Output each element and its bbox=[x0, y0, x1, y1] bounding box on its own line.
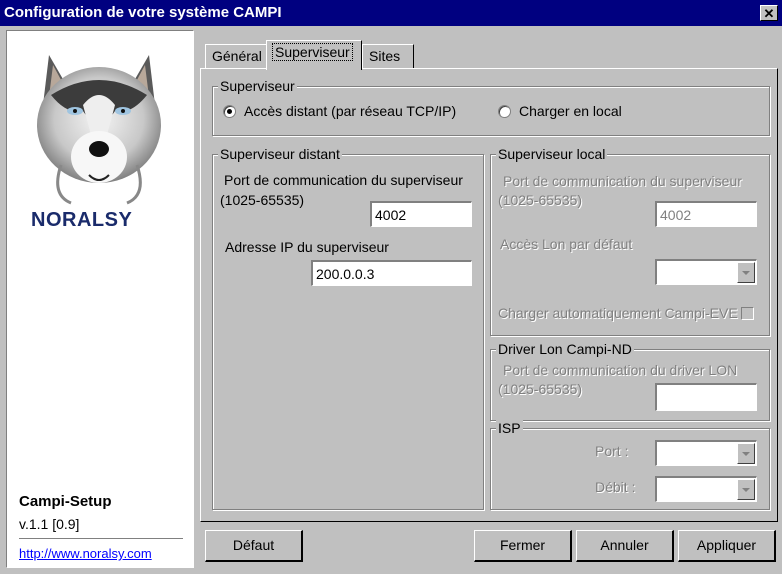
tab-sites[interactable]: Sites bbox=[362, 44, 414, 68]
local-port-label: Port de communication du superviseur bbox=[503, 173, 742, 189]
distant-ip-input[interactable] bbox=[311, 260, 472, 286]
isp-port-label: Port : bbox=[595, 443, 629, 459]
driver-port-input[interactable] bbox=[655, 383, 757, 411]
distant-ip-label: Adresse IP du superviseur bbox=[225, 239, 389, 255]
group-label: Driver Lon Campi-ND bbox=[496, 341, 634, 357]
group-label: Superviseur distant bbox=[218, 146, 342, 162]
window-title: Configuration de votre système CAMPI bbox=[4, 4, 282, 21]
group-label: Superviseur local bbox=[496, 146, 608, 162]
isp-port-select[interactable] bbox=[655, 440, 757, 466]
local-port-input[interactable] bbox=[655, 201, 757, 227]
distant-port-input[interactable] bbox=[370, 201, 472, 227]
autoload-checkbox[interactable] bbox=[741, 307, 754, 320]
chevron-down-icon bbox=[737, 262, 755, 283]
app-version: v.1.1 [0.9] bbox=[19, 516, 80, 532]
lon-access-label: Accès Lon par défaut bbox=[500, 236, 633, 252]
lon-access-select[interactable] bbox=[655, 259, 757, 285]
close-icon[interactable]: ✕ bbox=[760, 5, 778, 21]
default-button[interactable]: Défaut bbox=[205, 530, 303, 562]
group-label: Superviseur bbox=[218, 78, 297, 94]
tab-general[interactable]: Général bbox=[205, 44, 267, 68]
chevron-down-icon bbox=[737, 479, 755, 500]
group-label: ISP bbox=[496, 420, 523, 436]
distant-port-label: Port de communication du superviseur bbox=[224, 172, 463, 188]
radio-remote[interactable] bbox=[223, 105, 236, 118]
app-name: Campi-Setup bbox=[19, 493, 112, 510]
logo-text: NORALSY bbox=[31, 209, 133, 231]
radio-local[interactable] bbox=[498, 105, 511, 118]
autoload-label: Charger automatiquement Campi-EVE bbox=[498, 305, 738, 321]
local-port-range: (1025-65535) bbox=[498, 192, 583, 208]
divider bbox=[19, 538, 183, 540]
title-bar: Configuration de votre système CAMPI ✕ bbox=[0, 0, 782, 26]
isp-rate-select[interactable] bbox=[655, 476, 757, 502]
cancel-button[interactable]: Annuler bbox=[576, 530, 674, 562]
apply-button[interactable]: Appliquer bbox=[678, 530, 776, 562]
radio-remote-label: Accès distant (par réseau TCP/IP) bbox=[244, 103, 457, 119]
brand-panel: NORALSY Campi-Setup v.1.1 [0.9] http://w… bbox=[6, 30, 194, 568]
website-link[interactable]: http://www.noralsy.com bbox=[19, 546, 152, 561]
tab-superviseur[interactable]: Superviseur bbox=[266, 40, 362, 70]
driver-port-range: (1025-65535) bbox=[498, 381, 583, 397]
radio-local-label: Charger en local bbox=[519, 103, 622, 119]
tab-label: Sites bbox=[369, 48, 401, 64]
tab-label: Général bbox=[212, 48, 262, 64]
driver-port-label: Port de communication du driver LON bbox=[503, 362, 738, 378]
husky-logo bbox=[37, 55, 161, 205]
distant-port-range: (1025-65535) bbox=[220, 192, 305, 208]
chevron-down-icon bbox=[737, 443, 755, 464]
tab-label: Superviseur bbox=[272, 43, 353, 61]
close-button[interactable]: Fermer bbox=[474, 530, 572, 562]
isp-rate-label: Débit : bbox=[595, 479, 636, 495]
